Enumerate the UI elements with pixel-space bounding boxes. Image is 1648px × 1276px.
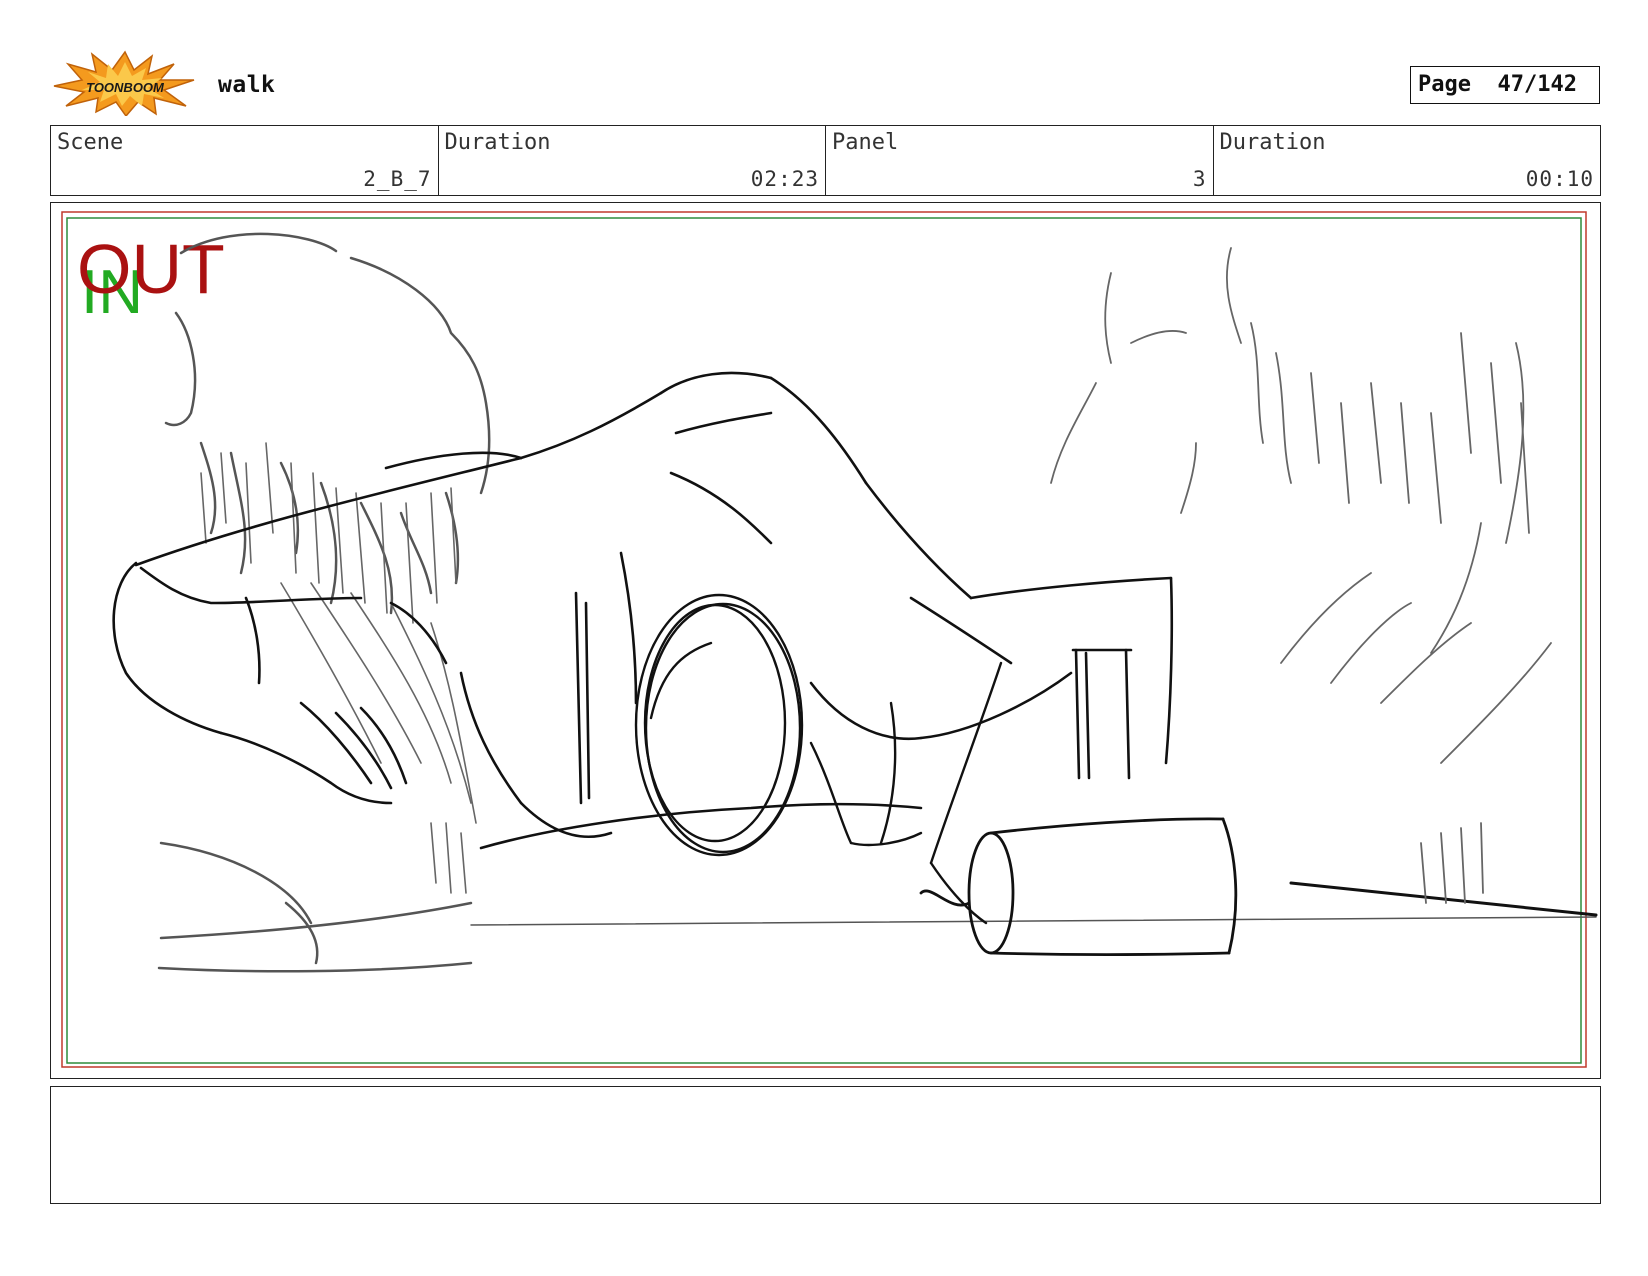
sketch-ring	[634, 593, 804, 857]
toonboom-logo: TOONBOOM	[53, 50, 195, 116]
scene-value: 2_B_7	[363, 167, 432, 191]
character-arm	[112, 561, 448, 805]
wooden-peg	[1071, 648, 1133, 780]
panel-cell: Panel 3	[826, 126, 1214, 195]
character-head	[134, 371, 1174, 850]
background-foliage	[1050, 247, 1552, 904]
panel-notes-box	[50, 1086, 1601, 1204]
scene-info-table: Scene 2_B_7 Duration 02:23 Panel 3 Durat…	[50, 125, 1601, 196]
ground-line	[470, 916, 1597, 926]
camera-frame-in	[66, 217, 1582, 1064]
scene-duration-value: 02:23	[750, 167, 819, 191]
scene-duration-cell: Duration 02:23	[439, 126, 826, 195]
scene-cell: Scene 2_B_7	[51, 126, 439, 195]
page-label: Page	[1418, 72, 1471, 97]
character-legs	[809, 661, 1003, 925]
camera-frame-out	[61, 211, 1587, 1068]
panel-sketch: IN OUT	[61, 211, 1598, 1068]
scene-duration-label: Duration	[444, 130, 551, 155]
logo-text: TOONBOOM	[86, 80, 165, 95]
panel-duration-label: Duration	[1219, 130, 1326, 155]
page-indicator: Page 47/142	[1410, 66, 1600, 104]
storyboard-panel: IN OUT	[50, 202, 1601, 1079]
ground-line-right	[1289, 881, 1598, 917]
page-number: 47/142	[1497, 72, 1577, 97]
panel-duration-value: 00:10	[1525, 167, 1594, 191]
panel-label: Panel	[832, 130, 899, 155]
panel-duration-cell: Duration 00:10	[1214, 126, 1601, 195]
scene-label: Scene	[57, 130, 124, 155]
foreground-log	[919, 817, 1238, 956]
panel-value: 3	[1192, 167, 1207, 191]
project-title: walk	[218, 72, 276, 98]
